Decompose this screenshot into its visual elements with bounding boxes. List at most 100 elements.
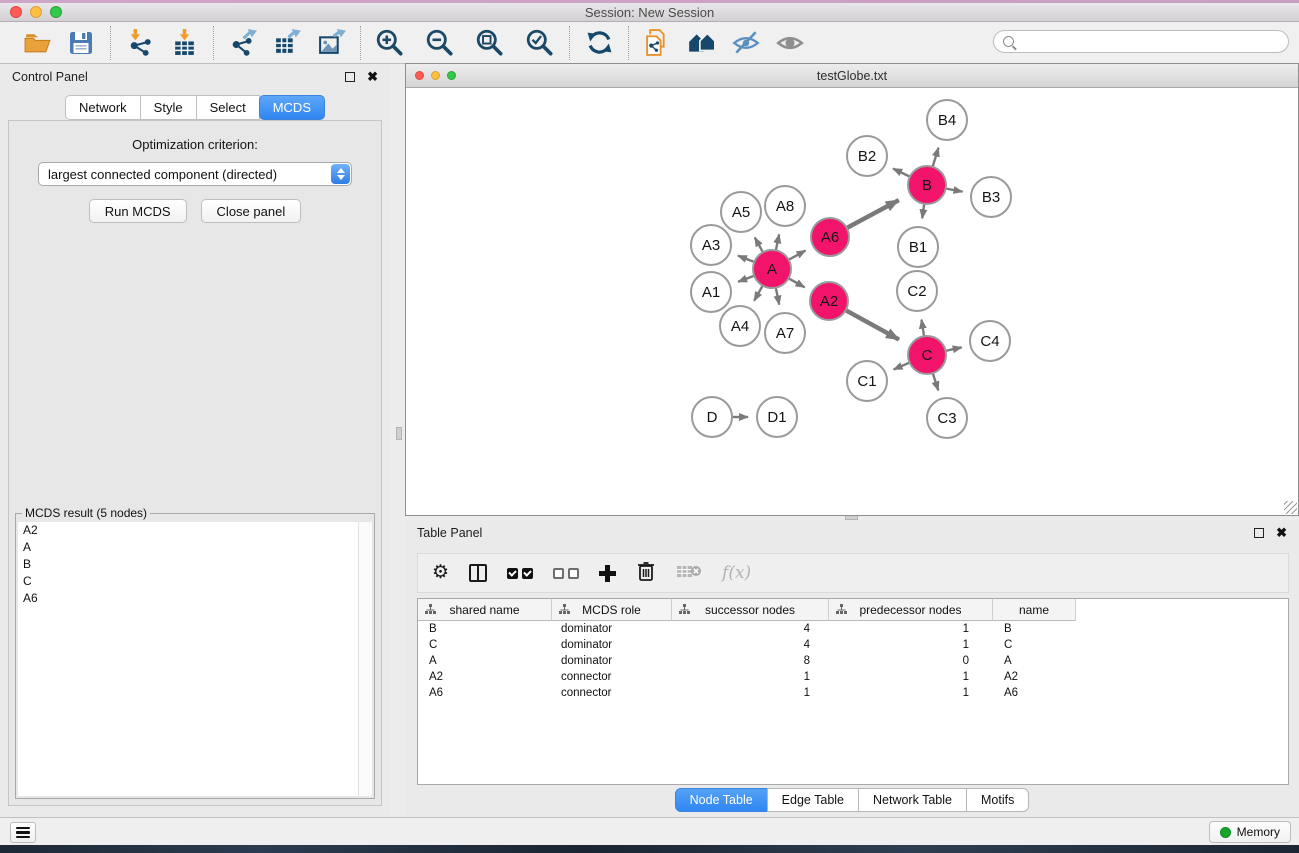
delete-column-button[interactable] <box>636 560 656 586</box>
graph-edge[interactable] <box>933 373 938 390</box>
float-panel-icon[interactable] <box>345 72 355 82</box>
graph-node[interactable]: C4 <box>970 321 1010 361</box>
criterion-dropdown[interactable]: largest connected component (directed) <box>38 162 352 186</box>
refresh-layout-button[interactable] <box>582 26 616 60</box>
run-mcds-button[interactable]: Run MCDS <box>89 199 187 223</box>
list-item[interactable]: B <box>18 556 358 573</box>
column-header-mcds-role[interactable]: MCDS role <box>552 599 672 621</box>
graph-node[interactable]: A3 <box>691 225 731 265</box>
graph-node[interactable]: B3 <box>971 177 1011 217</box>
tab-style[interactable]: Style <box>140 95 197 120</box>
graph-edge[interactable] <box>921 320 924 337</box>
graph-node[interactable]: A <box>753 250 791 288</box>
add-column-button[interactable] <box>599 560 616 586</box>
graph-node[interactable]: B <box>908 166 946 204</box>
result-list-scrollbar[interactable] <box>358 522 372 796</box>
graph-node[interactable]: C <box>908 336 946 374</box>
function-builder-button[interactable]: f(x) <box>722 560 751 586</box>
graph-edge[interactable] <box>738 276 754 282</box>
window-resize-grip[interactable] <box>1284 501 1297 514</box>
graph-node[interactable]: D <box>692 397 732 437</box>
column-layout-button[interactable] <box>469 560 487 586</box>
graph-edge[interactable] <box>738 256 754 262</box>
graph-edge[interactable] <box>846 310 899 339</box>
table-row[interactable]: Cdominator41C <box>418 637 1288 653</box>
tab-network-table[interactable]: Network Table <box>858 788 967 812</box>
memory-button[interactable]: Memory <box>1209 821 1291 843</box>
zoom-selected-button[interactable] <box>523 26 557 60</box>
close-panel-button[interactable]: Close panel <box>201 199 302 223</box>
tab-select[interactable]: Select <box>196 95 260 120</box>
float-table-panel-icon[interactable] <box>1254 528 1264 538</box>
table-row[interactable]: Bdominator41B <box>418 621 1288 637</box>
zoom-in-button[interactable] <box>373 26 407 60</box>
tab-edge-table[interactable]: Edge Table <box>767 788 859 812</box>
delete-table-button[interactable] <box>676 560 702 586</box>
task-history-button[interactable] <box>10 822 36 843</box>
graph-edge[interactable] <box>893 169 910 177</box>
search-field[interactable] <box>993 30 1289 53</box>
select-all-columns-button[interactable] <box>507 560 533 586</box>
open-session-button[interactable] <box>20 26 54 60</box>
graph-node[interactable]: C3 <box>927 398 967 438</box>
search-input[interactable] <box>1014 31 1288 52</box>
network-window-titlebar[interactable]: testGlobe.txt <box>406 64 1298 88</box>
table-row[interactable]: Adominator80A <box>418 653 1288 669</box>
graph-edge[interactable] <box>894 363 910 370</box>
graph-node[interactable]: A7 <box>765 313 805 353</box>
graph-node[interactable]: A6 <box>811 218 849 256</box>
close-table-panel-icon[interactable]: ✖ <box>1276 528 1287 538</box>
graph-node[interactable]: A1 <box>691 272 731 312</box>
graph-node[interactable]: C1 <box>847 361 887 401</box>
export-image-button[interactable] <box>314 26 348 60</box>
column-header-name[interactable]: name <box>993 599 1076 621</box>
tab-mcds[interactable]: MCDS <box>259 95 325 120</box>
graph-edge[interactable] <box>946 189 963 192</box>
graph-node[interactable]: B1 <box>898 227 938 267</box>
list-item[interactable]: A <box>18 539 358 556</box>
graph-edge[interactable] <box>789 278 805 287</box>
graph-edge[interactable] <box>946 347 962 351</box>
graph-edge[interactable] <box>754 286 763 301</box>
graph-edge[interactable] <box>922 204 924 218</box>
import-network-button[interactable] <box>123 26 157 60</box>
zoom-out-button[interactable] <box>423 26 457 60</box>
graph-node[interactable]: C2 <box>897 271 937 311</box>
list-item[interactable]: A6 <box>18 590 358 607</box>
graph-node[interactable]: A4 <box>720 306 760 346</box>
import-table-button[interactable] <box>167 26 201 60</box>
graph-node[interactable]: B2 <box>847 136 887 176</box>
list-item[interactable]: C <box>18 573 358 590</box>
hide-graphics-button[interactable] <box>729 26 763 60</box>
deselect-all-columns-button[interactable] <box>553 560 579 586</box>
vertical-splitter-handle[interactable] <box>396 427 402 440</box>
graph-node[interactable]: A5 <box>721 192 761 232</box>
table-row[interactable]: A2connector11A2 <box>418 669 1288 685</box>
graph-node[interactable]: D1 <box>757 397 797 437</box>
zoom-fit-button[interactable] <box>473 26 507 60</box>
graph-edge[interactable] <box>755 237 763 252</box>
column-header-shared-name[interactable]: shared name <box>418 599 552 621</box>
column-header-predecessor-nodes[interactable]: predecessor nodes <box>829 599 993 621</box>
home-button[interactable] <box>685 26 719 60</box>
table-row[interactable]: A6connector11A6 <box>418 685 1288 701</box>
graph-edge[interactable] <box>776 288 779 305</box>
close-panel-icon[interactable]: ✖ <box>367 72 378 82</box>
table-settings-button[interactable]: ⚙ <box>432 560 449 586</box>
network-canvas[interactable]: A A1 A2 A3 A4 A5 A6 A7 A8 B B1 B2 B3B4 C C1 C2 C3C4 D D1 <box>406 88 1298 515</box>
tab-motifs[interactable]: Motifs <box>966 788 1029 812</box>
export-table-button[interactable] <box>270 26 304 60</box>
graph-node[interactable]: A8 <box>765 186 805 226</box>
graph-node[interactable]: A2 <box>810 282 848 320</box>
column-header-successor-nodes[interactable]: successor nodes <box>672 599 829 621</box>
export-network-button[interactable] <box>226 26 260 60</box>
graph-edge[interactable] <box>776 234 779 250</box>
graph-edge[interactable] <box>933 148 939 167</box>
duplicate-network-button[interactable] <box>641 26 675 60</box>
graph-edge[interactable] <box>847 200 899 228</box>
graph-edge[interactable] <box>789 251 806 260</box>
graph-node[interactable]: B4 <box>927 100 967 140</box>
list-item[interactable]: A2 <box>18 522 358 539</box>
tab-network[interactable]: Network <box>65 95 141 120</box>
show-eye-button[interactable] <box>773 26 807 60</box>
